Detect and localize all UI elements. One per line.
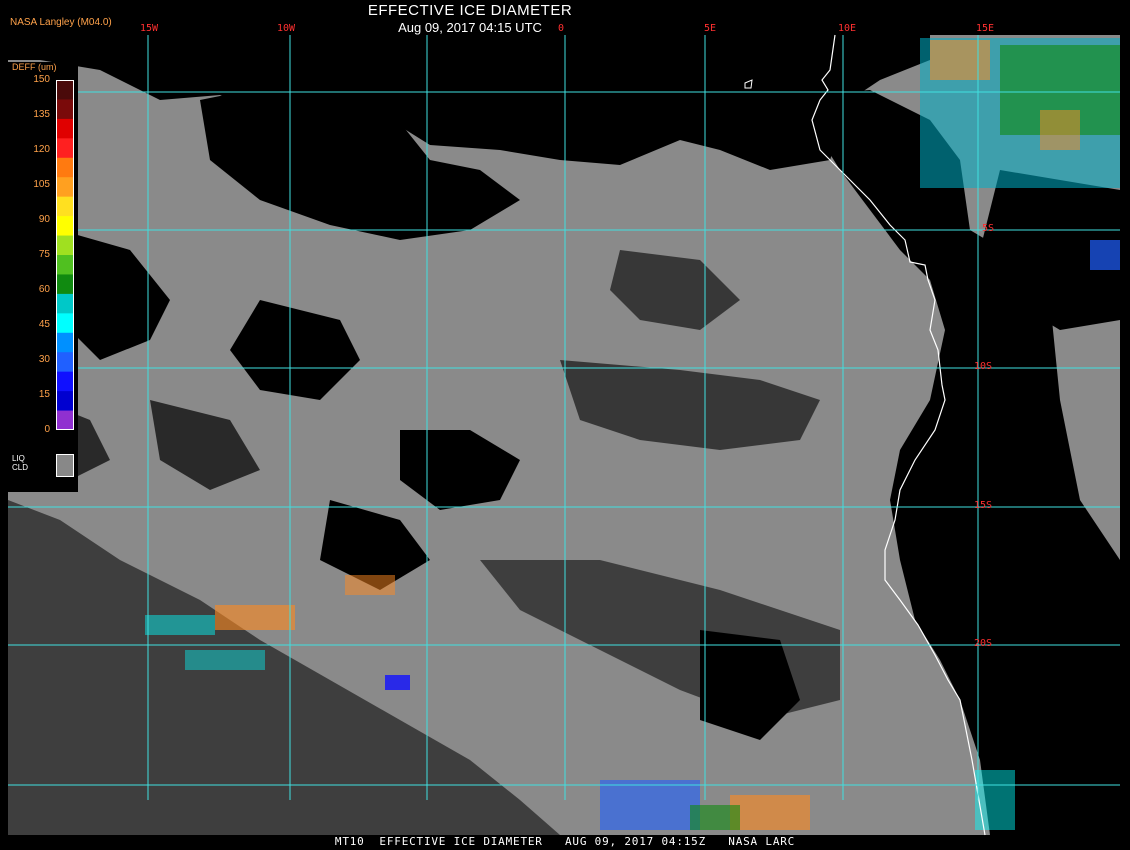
legend-swatch xyxy=(56,80,74,100)
legend-tick-label: 60 xyxy=(38,284,50,295)
legend-swatch xyxy=(56,177,74,198)
legend-color-bar xyxy=(56,80,74,430)
liquid-cloud-swatch xyxy=(56,454,74,477)
legend-title: DEFF (um) xyxy=(12,62,57,72)
liquid-label-line1: LIQ xyxy=(12,454,25,463)
legend-swatch xyxy=(56,118,74,139)
map-title: EFFECTIVE ICE DIAMETER xyxy=(367,2,573,19)
legend-swatch xyxy=(56,352,74,373)
legend-swatch xyxy=(56,274,74,295)
lon-label-15e: 15E xyxy=(976,23,995,34)
color-legend: DEFF (um) 150 135 120 105 90 75 60 45 30 15 0 LIQ … xyxy=(8,62,78,492)
legend-tick-label: 45 xyxy=(38,319,50,330)
legend-swatch xyxy=(56,216,74,237)
legend-swatch xyxy=(56,371,74,392)
legend-swatch xyxy=(56,99,74,120)
lon-label-10w: 10W xyxy=(277,23,296,34)
legend-tick-label: 135 xyxy=(33,109,50,120)
legend-swatch xyxy=(56,235,74,256)
legend-swatch xyxy=(56,293,74,314)
legend-tick-label: 105 xyxy=(33,179,50,190)
legend-swatch xyxy=(56,255,74,275)
legend-tick-label: 15 xyxy=(38,389,50,400)
footer-caption: MT10 EFFECTIVE ICE DIAMETER AUG 09, 2017… xyxy=(334,835,796,848)
lon-label-0: 0 xyxy=(558,23,565,34)
lat-label-15s: 15S xyxy=(974,500,993,511)
legend-swatch xyxy=(56,157,74,178)
legend-swatch xyxy=(56,313,74,334)
legend-tick-label: 120 xyxy=(33,144,50,155)
legend-swatch xyxy=(56,332,74,353)
legend-tick-label: 75 xyxy=(38,249,50,260)
lat-label-10s: 10S xyxy=(974,361,993,372)
lon-label-10e: 10E xyxy=(838,23,857,34)
legend-swatch xyxy=(56,138,74,159)
legend-tick-label: 150 xyxy=(33,74,50,85)
liquid-label-line2: CLD xyxy=(12,463,29,472)
liquid-cloud-label: LIQ CLD xyxy=(12,454,32,472)
satellite-map xyxy=(0,0,1130,850)
legend-tick-label: 90 xyxy=(38,214,50,225)
legend-swatch xyxy=(56,410,74,430)
lat-label-5s: 5S xyxy=(982,223,995,234)
legend-swatch xyxy=(56,196,74,217)
legend-tick-label: 0 xyxy=(44,424,50,435)
lon-label-5e: 5E xyxy=(704,23,717,34)
lon-label-15w: 15W xyxy=(140,23,159,34)
legend-tick-label: 30 xyxy=(38,354,50,365)
lat-label-20s: 20S xyxy=(974,638,993,649)
legend-swatch xyxy=(56,391,74,412)
